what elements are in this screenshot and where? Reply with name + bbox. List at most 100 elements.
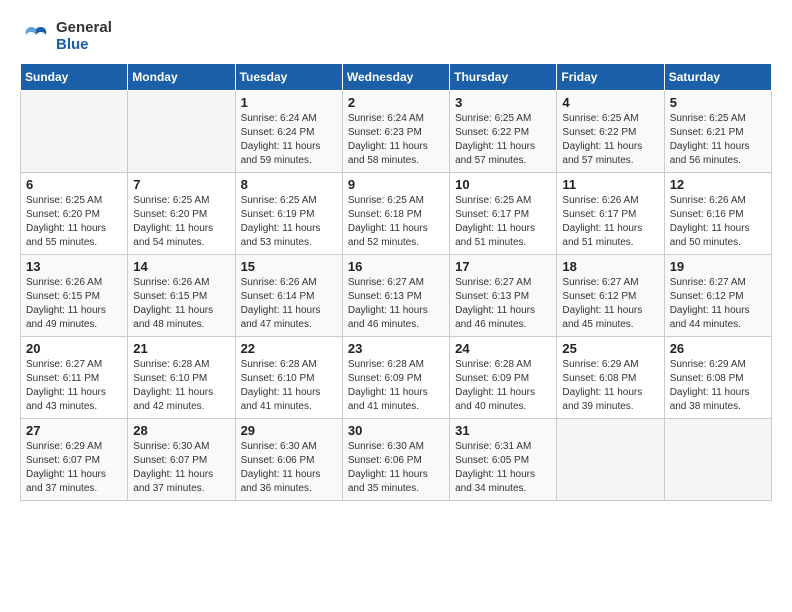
day-info: Sunrise: 6:28 AMSunset: 6:09 PMDaylight:…	[348, 358, 444, 414]
day-number: 16	[348, 259, 444, 274]
page-header: General Blue	[20, 20, 772, 53]
day-info: Sunrise: 6:28 AMSunset: 6:10 PMDaylight:…	[241, 358, 337, 414]
day-number: 23	[348, 341, 444, 356]
day-number: 15	[241, 259, 337, 274]
day-info: Sunrise: 6:25 AMSunset: 6:18 PMDaylight:…	[348, 194, 444, 250]
day-number: 26	[670, 341, 766, 356]
day-number: 14	[133, 259, 229, 274]
day-info: Sunrise: 6:26 AMSunset: 6:16 PMDaylight:…	[670, 194, 766, 250]
logo-text-blue: Blue	[56, 37, 112, 54]
day-number: 10	[455, 177, 551, 192]
day-number: 18	[562, 259, 658, 274]
week-row-3: 13 Sunrise: 6:26 AMSunset: 6:15 PMDayligh…	[21, 255, 772, 337]
day-number: 30	[348, 423, 444, 438]
calendar-cell: 5Sunrise: 6:25 AMSunset: 6:21 PMDaylight…	[664, 91, 771, 173]
calendar-cell	[664, 419, 771, 501]
weekday-header-friday: Friday	[557, 64, 664, 91]
calendar-cell: 11 Sunrise: 6:26 AMSunset: 6:17 PMDayligh…	[557, 173, 664, 255]
day-info: Sunrise: 6:29 AMSunset: 6:08 PMDaylight:…	[670, 358, 766, 414]
calendar-cell: 25Sunrise: 6:29 AMSunset: 6:08 PMDayligh…	[557, 337, 664, 419]
calendar-cell: 18 Sunrise: 6:27 AMSunset: 6:12 PMDayligh…	[557, 255, 664, 337]
calendar-cell: 1 Sunrise: 6:24 AMSunset: 6:24 PMDaylight…	[235, 91, 342, 173]
day-info: Sunrise: 6:26 AMSunset: 6:17 PMDaylight:…	[562, 194, 658, 250]
day-number: 8	[241, 177, 337, 192]
logo: General Blue	[20, 20, 112, 53]
week-row-4: 20 Sunrise: 6:27 AMSunset: 6:11 PMDayligh…	[21, 337, 772, 419]
day-number: 21	[133, 341, 229, 356]
calendar-cell: 17 Sunrise: 6:27 AMSunset: 6:13 PMDayligh…	[450, 255, 557, 337]
week-row-2: 6Sunrise: 6:25 AMSunset: 6:20 PMDaylight…	[21, 173, 772, 255]
day-info: Sunrise: 6:26 AMSunset: 6:15 PMDaylight:…	[133, 276, 229, 332]
day-number: 20	[26, 341, 122, 356]
calendar-cell: 22Sunrise: 6:28 AMSunset: 6:10 PMDayligh…	[235, 337, 342, 419]
calendar-cell: 3Sunrise: 6:25 AMSunset: 6:22 PMDaylight…	[450, 91, 557, 173]
weekday-header-monday: Monday	[128, 64, 235, 91]
calendar-cell: 29 Sunrise: 6:30 AMSunset: 6:06 PMDayligh…	[235, 419, 342, 501]
day-info: Sunrise: 6:25 AMSunset: 6:19 PMDaylight:…	[241, 194, 337, 250]
weekday-header-tuesday: Tuesday	[235, 64, 342, 91]
weekday-header-thursday: Thursday	[450, 64, 557, 91]
day-number: 1	[241, 95, 337, 110]
day-info: Sunrise: 6:30 AMSunset: 6:06 PMDaylight:…	[348, 440, 444, 496]
day-number: 25	[562, 341, 658, 356]
day-info: Sunrise: 6:24 AMSunset: 6:23 PMDaylight:…	[348, 112, 444, 168]
day-info: Sunrise: 6:24 AMSunset: 6:24 PMDaylight:…	[241, 112, 337, 168]
calendar-cell	[21, 91, 128, 173]
day-number: 4	[562, 95, 658, 110]
calendar-cell: 28 Sunrise: 6:30 AMSunset: 6:07 PMDayligh…	[128, 419, 235, 501]
calendar-cell: 2 Sunrise: 6:24 AMSunset: 6:23 PMDaylight…	[342, 91, 449, 173]
calendar-cell: 10 Sunrise: 6:25 AMSunset: 6:17 PMDayligh…	[450, 173, 557, 255]
calendar-cell: 26 Sunrise: 6:29 AMSunset: 6:08 PMDayligh…	[664, 337, 771, 419]
calendar-table: SundayMondayTuesdayWednesdayThursdayFrid…	[20, 63, 772, 501]
week-row-1: 1 Sunrise: 6:24 AMSunset: 6:24 PMDaylight…	[21, 91, 772, 173]
calendar-cell: 7Sunrise: 6:25 AMSunset: 6:20 PMDaylight…	[128, 173, 235, 255]
calendar-cell: 8 Sunrise: 6:25 AMSunset: 6:19 PMDaylight…	[235, 173, 342, 255]
calendar-cell: 31Sunrise: 6:31 AMSunset: 6:05 PMDayligh…	[450, 419, 557, 501]
day-number: 28	[133, 423, 229, 438]
calendar-cell: 21Sunrise: 6:28 AMSunset: 6:10 PMDayligh…	[128, 337, 235, 419]
day-info: Sunrise: 6:28 AMSunset: 6:09 PMDaylight:…	[455, 358, 551, 414]
calendar-cell: 27 Sunrise: 6:29 AMSunset: 6:07 PMDayligh…	[21, 419, 128, 501]
weekday-header-saturday: Saturday	[664, 64, 771, 91]
weekday-header-sunday: Sunday	[21, 64, 128, 91]
day-number: 6	[26, 177, 122, 192]
calendar-cell: 20 Sunrise: 6:27 AMSunset: 6:11 PMDayligh…	[21, 337, 128, 419]
day-info: Sunrise: 6:26 AMSunset: 6:14 PMDaylight:…	[241, 276, 337, 332]
day-info: Sunrise: 6:29 AMSunset: 6:07 PMDaylight:…	[26, 440, 122, 496]
day-info: Sunrise: 6:25 AMSunset: 6:17 PMDaylight:…	[455, 194, 551, 250]
day-number: 24	[455, 341, 551, 356]
day-info: Sunrise: 6:27 AMSunset: 6:13 PMDaylight:…	[348, 276, 444, 332]
calendar-cell: 13 Sunrise: 6:26 AMSunset: 6:15 PMDayligh…	[21, 255, 128, 337]
day-info: Sunrise: 6:30 AMSunset: 6:06 PMDaylight:…	[241, 440, 337, 496]
calendar-cell: 14 Sunrise: 6:26 AMSunset: 6:15 PMDayligh…	[128, 255, 235, 337]
calendar-cell: 6Sunrise: 6:25 AMSunset: 6:20 PMDaylight…	[21, 173, 128, 255]
day-number: 5	[670, 95, 766, 110]
day-number: 13	[26, 259, 122, 274]
day-number: 31	[455, 423, 551, 438]
calendar-cell: 12 Sunrise: 6:26 AMSunset: 6:16 PMDayligh…	[664, 173, 771, 255]
day-number: 17	[455, 259, 551, 274]
calendar-cell: 9 Sunrise: 6:25 AMSunset: 6:18 PMDaylight…	[342, 173, 449, 255]
day-number: 2	[348, 95, 444, 110]
calendar-cell	[128, 91, 235, 173]
day-info: Sunrise: 6:27 AMSunset: 6:11 PMDaylight:…	[26, 358, 122, 414]
day-number: 29	[241, 423, 337, 438]
calendar-cell: 30 Sunrise: 6:30 AMSunset: 6:06 PMDayligh…	[342, 419, 449, 501]
day-number: 9	[348, 177, 444, 192]
calendar-cell: 4Sunrise: 6:25 AMSunset: 6:22 PMDaylight…	[557, 91, 664, 173]
calendar-cell	[557, 419, 664, 501]
calendar-cell: 19Sunrise: 6:27 AMSunset: 6:12 PMDayligh…	[664, 255, 771, 337]
day-info: Sunrise: 6:26 AMSunset: 6:15 PMDaylight:…	[26, 276, 122, 332]
day-info: Sunrise: 6:30 AMSunset: 6:07 PMDaylight:…	[133, 440, 229, 496]
logo-text-general: General	[56, 20, 112, 37]
day-number: 3	[455, 95, 551, 110]
week-row-5: 27 Sunrise: 6:29 AMSunset: 6:07 PMDayligh…	[21, 419, 772, 501]
day-info: Sunrise: 6:27 AMSunset: 6:12 PMDaylight:…	[562, 276, 658, 332]
day-info: Sunrise: 6:27 AMSunset: 6:13 PMDaylight:…	[455, 276, 551, 332]
day-number: 11	[562, 177, 658, 192]
calendar-cell: 16 Sunrise: 6:27 AMSunset: 6:13 PMDayligh…	[342, 255, 449, 337]
day-number: 7	[133, 177, 229, 192]
day-number: 27	[26, 423, 122, 438]
calendar-cell: 15 Sunrise: 6:26 AMSunset: 6:14 PMDayligh…	[235, 255, 342, 337]
day-number: 12	[670, 177, 766, 192]
